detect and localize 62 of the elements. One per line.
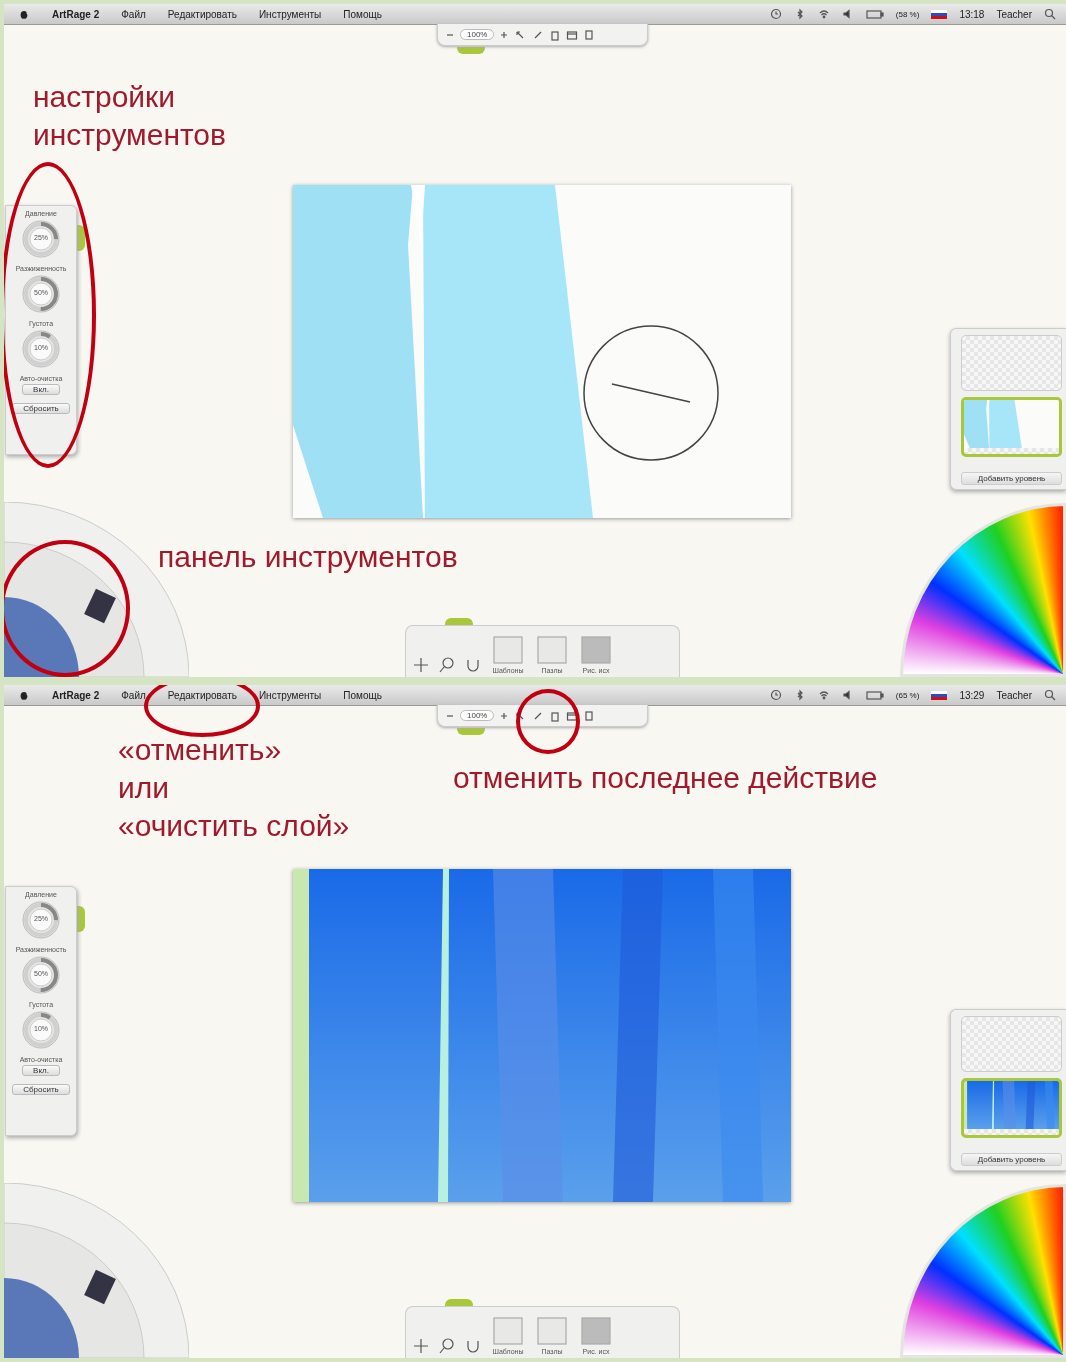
wifi-icon bbox=[817, 8, 830, 20]
stack-icon bbox=[490, 635, 526, 665]
zoom-field[interactable]: 100% bbox=[460, 710, 495, 721]
annotation: настройки инструментов bbox=[33, 79, 226, 153]
stack-icon bbox=[578, 1316, 614, 1346]
wifi-icon bbox=[817, 689, 830, 701]
battery-percentage: (65 %) bbox=[895, 690, 920, 700]
menu-item[interactable]: Помощь bbox=[343, 8, 382, 20]
panel-tab[interactable] bbox=[77, 225, 85, 251]
menu-item[interactable]: Помощь bbox=[343, 689, 382, 701]
auto-clean-toggle[interactable]: Вкл. bbox=[22, 384, 60, 395]
menu-item[interactable]: Файл bbox=[121, 8, 146, 20]
annotation: панель инструментов bbox=[158, 539, 458, 575]
menu-item[interactable]: Редактировать bbox=[167, 8, 237, 20]
move-icon bbox=[412, 656, 430, 674]
menu-item[interactable]: Редактировать bbox=[167, 689, 237, 701]
battery-percentage: (58 %) bbox=[895, 9, 920, 19]
tool-wheel-drawing[interactable] bbox=[4, 1183, 189, 1358]
menu-item[interactable]: Файл bbox=[121, 689, 146, 701]
clock-icon bbox=[769, 8, 782, 20]
flag-icon bbox=[931, 689, 948, 701]
dial[interactable] bbox=[21, 900, 61, 940]
zoom-field[interactable]: 100% bbox=[460, 29, 495, 40]
dial[interactable] bbox=[21, 1010, 61, 1050]
brush-cursor-icon bbox=[582, 324, 720, 462]
flag-icon bbox=[931, 8, 948, 20]
annotation: «отменить» или «очистить слой» bbox=[118, 732, 350, 844]
battery-icon bbox=[865, 8, 884, 20]
page-icon bbox=[584, 709, 595, 722]
dial[interactable] bbox=[21, 274, 61, 314]
user-name[interactable]: Teacher bbox=[996, 8, 1032, 20]
stack-icon bbox=[578, 635, 614, 665]
search-icon bbox=[1044, 8, 1056, 20]
stack-icon bbox=[490, 1316, 526, 1346]
move-icon bbox=[412, 1337, 430, 1355]
zoom-icon bbox=[438, 656, 456, 674]
app-menu[interactable]: ArtRage 2 bbox=[52, 8, 100, 20]
clock-icon bbox=[769, 689, 782, 701]
add-layer-button[interactable]: Добавить уровень bbox=[961, 1153, 1062, 1166]
add-layer-button[interactable]: Добавить уровень bbox=[961, 472, 1062, 485]
menu-item[interactable]: Инструменты bbox=[258, 8, 322, 20]
reset-button[interactable]: Сбросить bbox=[12, 1084, 70, 1095]
stack-icon bbox=[534, 1316, 570, 1346]
page-icon bbox=[584, 28, 595, 41]
search-icon bbox=[1044, 689, 1056, 701]
dial[interactable] bbox=[21, 329, 61, 369]
user-name[interactable]: Teacher bbox=[996, 689, 1032, 701]
reset-button[interactable]: Сбросить bbox=[12, 403, 70, 414]
painted-layer[interactable] bbox=[961, 1078, 1062, 1138]
stack-icon bbox=[534, 635, 570, 665]
dial[interactable] bbox=[21, 219, 61, 259]
window-icon bbox=[566, 28, 579, 41]
battery-icon bbox=[865, 689, 884, 701]
menu-clock[interactable]: 13:29 bbox=[959, 689, 985, 701]
menu-item[interactable]: Инструменты bbox=[258, 689, 322, 701]
menu-clock[interactable]: 13:18 bbox=[959, 8, 985, 20]
dial[interactable] bbox=[21, 955, 61, 995]
auto-clean-toggle[interactable]: Вкл. bbox=[22, 1065, 60, 1076]
highlight-ellipse bbox=[516, 689, 580, 754]
app-menu[interactable]: ArtRage 2 bbox=[52, 689, 100, 701]
annotation: отменить последнее действие bbox=[453, 760, 878, 796]
zoom-icon bbox=[438, 1337, 456, 1355]
